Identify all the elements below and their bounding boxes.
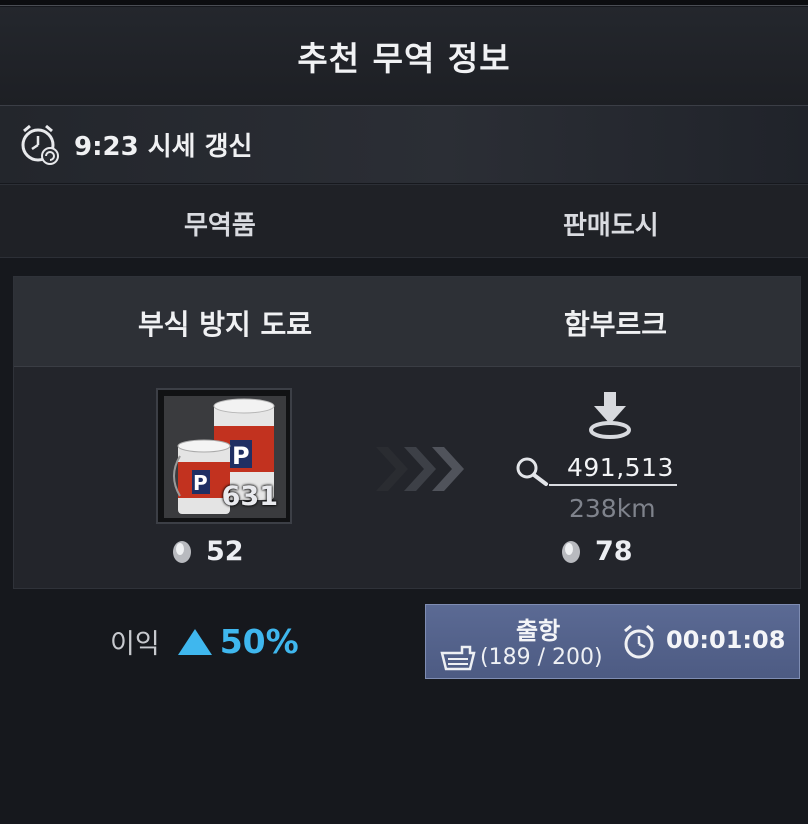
clock-refresh-icon — [21, 124, 59, 165]
sale-price: 491,513 — [567, 453, 674, 482]
profit-indicator: 이익 50% — [110, 622, 299, 661]
title-bar: 추천 무역 정보 — [0, 7, 808, 105]
card-header: 부식 방지 도료 함부르크 — [14, 277, 800, 367]
route-distance: 238km — [569, 494, 656, 523]
price-underline — [549, 484, 677, 486]
column-goods-label: 무역품 — [184, 211, 256, 241]
cargo-capacity: (189 / 200) — [480, 645, 603, 670]
trade-item-slot[interactable]: P P 631 — [156, 388, 292, 524]
column-header: 무역품 판매도시 — [0, 184, 808, 258]
silver-coin-icon — [173, 540, 191, 563]
sale-city-name: 함부르크 — [564, 308, 668, 341]
item-coin-cost: 52 — [172, 536, 244, 567]
up-triangle-icon — [177, 628, 212, 655]
price-refresh-bar: 9:23 시세 갱신 — [0, 105, 808, 183]
trade-item-name: 부식 방지 도료 — [138, 308, 313, 341]
refresh-time-text: 9:23 시세 갱신 — [74, 132, 253, 162]
page-title: 추천 무역 정보 — [297, 39, 511, 78]
top-edge — [0, 0, 808, 6]
item-quantity: 631 — [221, 481, 278, 512]
profit-value: 50% — [219, 622, 299, 661]
departure-timer: 00:01:08 — [666, 626, 786, 654]
cargo-ship-icon — [440, 645, 476, 671]
route-arrows-icon — [376, 447, 464, 491]
alarm-clock-icon — [624, 624, 654, 659]
location-pin-icon — [589, 392, 631, 439]
svg-text:P: P — [193, 471, 208, 495]
item-coin-value: 52 — [206, 536, 244, 567]
svg-text:P: P — [232, 442, 250, 470]
column-city-label: 판매도시 — [563, 211, 659, 241]
depart-button[interactable]: 출항 (189 / 200) 00:01:08 — [425, 604, 800, 679]
search-icon — [516, 457, 548, 486]
city-coin-value: 78 — [595, 536, 633, 567]
silver-coin-icon — [562, 540, 580, 563]
city-coin-value-group: 78 — [561, 536, 633, 567]
trade-recommendation-card[interactable]: 부식 방지 도료 함부르크 P P 631 491,513 238km 52 7… — [13, 276, 801, 589]
profit-label: 이익 — [110, 629, 160, 660]
depart-label: 출항 — [516, 617, 561, 645]
